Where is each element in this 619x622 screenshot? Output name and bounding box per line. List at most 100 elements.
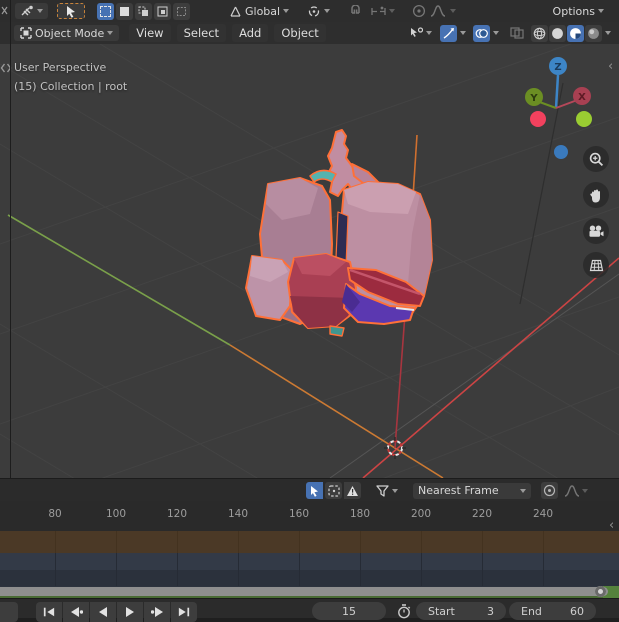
mode-label: Object Mode [35,26,105,40]
active-tool-dropdown[interactable] [15,3,48,19]
timeline-footer: 15 Start 3 End 60 [0,598,619,622]
horizontal-scrollbar[interactable] [0,587,608,596]
axis-y-near-line [229,344,444,478]
camera-icon [589,225,604,237]
jump-to-start-button[interactable] [36,602,62,622]
select-mode-extend[interactable] [116,2,133,20]
timeline-tweak-tool[interactable] [306,482,323,499]
active-collection: (15) Collection | root [14,80,128,93]
menu-view[interactable]: View [129,24,171,42]
transform-orientation-dropdown[interactable]: Global [224,3,294,19]
filter-dropdown[interactable] [371,483,403,499]
playback-popover-button[interactable] [0,602,18,622]
zoom-view-button[interactable] [583,146,609,172]
xray-toggle-icon[interactable] [510,27,524,39]
warning-triangle-icon [347,485,358,496]
pan-view-button[interactable] [583,182,609,208]
select-mode-intersect[interactable] [173,2,190,20]
timeline-channel-area[interactable] [0,553,619,586]
start-value: 3 [487,604,494,618]
pivot-icon [308,5,320,17]
current-frame-field[interactable]: 15 [312,602,386,620]
select-mode-subtract[interactable] [135,2,152,20]
pivot-point-dropdown[interactable] [302,3,335,19]
visibility-pointer-icon [411,27,423,37]
end-label: End [521,604,542,618]
mode-dropdown[interactable]: Object Mode [14,25,120,41]
gizmo-y-negative-ball [576,111,592,127]
filter-funnel-icon [376,484,389,497]
scrollbar-knob[interactable] [595,586,606,597]
shading-solid[interactable] [549,24,566,42]
hand-icon [590,189,600,202]
menu-bar: View Select Add Object [129,24,326,42]
snap-mode-dropdown[interactable]: Nearest Frame [413,482,531,499]
timeline-ruler[interactable]: 80 100 120 140 160 180 200 220 240 ‹ [0,501,619,532]
timeline-cursor-icon [310,485,318,497]
object-types-dropdown[interactable] [405,25,437,41]
ruler-tick: 140 [227,508,249,520]
channel-row [0,570,619,586]
current-frame-value: 15 [342,604,356,618]
snap-mode-label: Nearest Frame [418,484,499,497]
next-keyframe-icon [150,607,163,617]
gizmos-toggle[interactable] [440,24,457,42]
magnet-icon[interactable] [349,4,362,18]
timeline-box-select-tool[interactable] [325,482,342,499]
falloff-curve-icon[interactable] [430,5,446,17]
prev-keyframe-button[interactable] [63,602,89,622]
shading-group [531,24,602,42]
menu-select[interactable]: Select [176,24,227,42]
play-reverse-button[interactable] [90,602,116,622]
menu-add[interactable]: Add [232,24,269,42]
frame-start-field[interactable]: Start 3 [416,602,506,620]
timeline-marker-tool[interactable] [344,482,361,499]
view-name: User Perspective [14,61,107,74]
end-value: 60 [570,604,584,618]
select-mode-set[interactable] [97,2,114,20]
box-select-icon [327,484,340,497]
select-invert-icon [157,6,168,16]
menu-object[interactable]: Object [274,24,326,42]
frame-end-field[interactable]: End 60 [509,602,596,620]
navigation-gizmo[interactable]: Z Y X [522,52,598,164]
timeline-falloff-icon[interactable] [564,484,580,497]
ruler-tick: 240 [532,508,554,520]
shading-material-preview[interactable] [567,24,584,42]
area-divider[interactable] [10,0,11,478]
timeline-range-band[interactable] [0,531,619,553]
options-dropdown[interactable]: Options [548,3,609,19]
play-icon [126,607,134,617]
ruler-corner-icon[interactable]: ‹ [609,519,614,532]
tool-settings-bar: Global Options [0,0,619,23]
shading-wireframe[interactable] [531,24,548,42]
snap-target-dropdown[interactable] [366,3,400,19]
gizmo-x-label: X [578,92,586,103]
proportional-edit-icon[interactable] [412,4,426,18]
shading-rendered[interactable] [585,24,602,42]
viewport-toggles [405,24,611,42]
cut-edge-icon [1,6,8,15]
tweak-tool-button[interactable] [57,3,85,19]
perspective-toggle-button[interactable] [583,252,609,278]
next-keyframe-button[interactable] [144,602,170,622]
viewport-3d[interactable]: User Perspective (15) Collection | root … [0,44,619,478]
options-label: Options [552,4,595,18]
select-extend-icon [120,6,129,16]
playback-controls [36,602,197,622]
camera-view-button[interactable] [583,218,609,244]
ruler-tick: 80 [48,508,62,520]
play-button[interactable] [117,602,143,622]
overlays-toggle[interactable] [473,24,490,42]
magnifier-icon [589,152,603,166]
ruler-tick: 100 [105,508,127,520]
active-tool-icon [21,5,33,15]
cursor-icon [66,5,75,18]
sidebar-toggle-icon[interactable]: ‹ [608,60,613,73]
prev-keyframe-icon [70,607,83,617]
ruler-tick: 220 [471,508,493,520]
jump-to-end-button[interactable] [171,602,197,622]
timeline-proportional-toggle[interactable] [541,482,558,499]
proportional-group [412,4,457,18]
select-mode-invert[interactable] [154,2,171,20]
